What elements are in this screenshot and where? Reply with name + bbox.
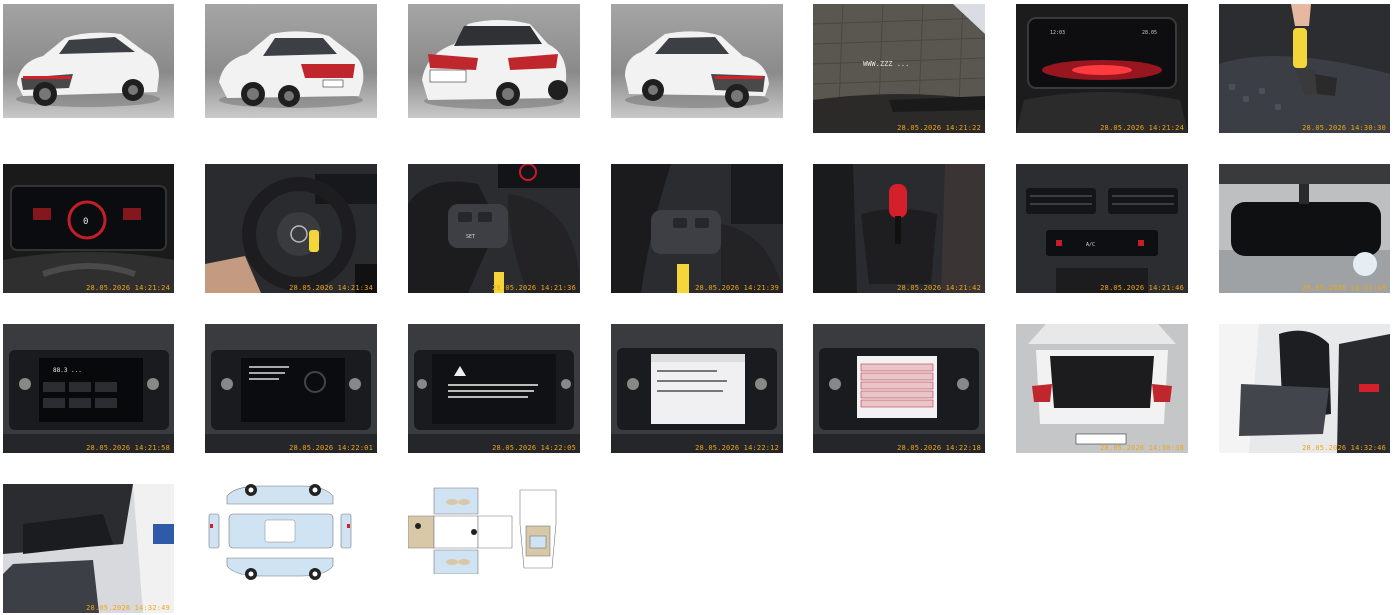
windshield-image: WWW.ZZZ ...: [813, 4, 985, 133]
svg-text:WWW.ZZZ ...: WWW.ZZZ ...: [863, 60, 909, 68]
photo-thumbnail[interactable]: 28.05.2026 14:21:49: [1219, 164, 1390, 293]
cluster-on-image: 0: [3, 164, 174, 293]
photo-timestamp: 28.05.2026 14:21:46: [1100, 284, 1184, 292]
car-key-image: [1219, 4, 1390, 133]
gear-lever-image: [813, 164, 985, 293]
photo-timestamp: 28.05.2026 14:30:30: [1100, 444, 1184, 452]
svg-text:28.05: 28.05: [1142, 30, 1157, 36]
trunk-image: [1016, 324, 1188, 453]
photo-thumbnail[interactable]: 28.05.2026 14:22:12: [611, 324, 783, 453]
rear-mirror-image: [1219, 164, 1390, 293]
photo-timestamp: 28.05.2026 14:21:24: [86, 284, 170, 292]
photo-thumbnail[interactable]: 88.3 ... 28.05.2026 14:21:58: [3, 324, 174, 453]
car-front-right-image: [611, 4, 783, 118]
photo-timestamp: 28.05.2026 14:32:46: [1302, 444, 1386, 452]
infotainment-service-image: [611, 324, 783, 453]
photo-thumbnail[interactable]: 28.05.2026 14:32:46: [1219, 324, 1390, 453]
steering-wheel-image: [205, 164, 377, 293]
photo-timestamp: 28.05.2026 14:21:49: [1302, 284, 1386, 292]
photo-thumbnail[interactable]: 28.05.2026 14:21:39: [611, 164, 783, 293]
photo-timestamp: 28.05.2026 14:21:34: [289, 284, 373, 292]
photo-thumbnail[interactable]: A/C 28.05.2026 14:21:46: [1016, 164, 1188, 293]
photo-timestamp: 28.05.2026 14:21:24: [1100, 124, 1184, 132]
photo-thumbnail[interactable]: 28.05.2026 14:21:34: [205, 164, 377, 293]
climate-panel-image: A/C: [1016, 164, 1188, 293]
svg-text:0: 0: [83, 217, 88, 227]
photo-thumbnail[interactable]: 28.05.2026 14:22:18: [813, 324, 985, 453]
interior-damage-diagram[interactable]: [408, 484, 558, 574]
infotainment-list-image: [813, 324, 985, 453]
car-rear-image: [408, 4, 580, 118]
photo-timestamp: 28.05.2026 14:22:05: [492, 444, 576, 452]
photo-gallery: WWW.ZZZ ... 28.05.2026 14:21:22 12:03 28…: [0, 0, 1399, 615]
photo-thumbnail[interactable]: WWW.ZZZ ... 28.05.2026 14:21:22: [813, 4, 985, 133]
wheel-right-buttons-image: [611, 164, 783, 293]
photo-thumbnail[interactable]: [611, 4, 783, 118]
svg-text:A/C: A/C: [1086, 242, 1095, 248]
photo-thumbnail[interactable]: 28.05.2026 14:32:49: [3, 484, 174, 613]
wheel-buttons-image: SET: [408, 164, 580, 293]
svg-text:SET: SET: [466, 234, 475, 240]
svg-text:88.3 ...: 88.3 ...: [53, 367, 82, 374]
rear-seats-image: [1219, 324, 1390, 453]
photo-timestamp: 28.05.2026 14:22:18: [897, 444, 981, 452]
photo-timestamp: 28.05.2026 14:21:42: [897, 284, 981, 292]
photo-thumbnail[interactable]: 28.05.2026 14:21:42: [813, 164, 985, 293]
photo-timestamp: 28.05.2026 14:30:30: [1302, 124, 1386, 132]
photo-thumbnail[interactable]: 0 28.05.2026 14:21:24: [3, 164, 174, 293]
photo-timestamp: 28.05.2026 14:21:36: [492, 284, 576, 292]
photo-thumbnail[interactable]: [205, 4, 377, 118]
exterior-diagram-image: [205, 484, 355, 584]
exterior-damage-diagram[interactable]: [205, 484, 355, 584]
infotainment-radio-image: 88.3 ...: [3, 324, 174, 453]
photo-thumbnail[interactable]: 28.05.2026 14:22:01: [205, 324, 377, 453]
photo-timestamp: 28.05.2026 14:32:49: [86, 604, 170, 612]
photo-thumbnail[interactable]: SET 28.05.2026 14:21:36: [408, 164, 580, 293]
svg-text:12:03: 12:03: [1050, 30, 1065, 36]
interior-diagram-image: [408, 484, 558, 574]
photo-timestamp: 28.05.2026 14:21:22: [897, 124, 981, 132]
car-rear-left-image: [205, 4, 377, 118]
photo-timestamp: 28.05.2026 14:21:39: [695, 284, 779, 292]
instrument-cluster-image: 12:03 28.05: [1016, 4, 1188, 133]
photo-thumbnail[interactable]: [3, 4, 174, 118]
photo-thumbnail[interactable]: [408, 4, 580, 118]
photo-timestamp: 28.05.2026 14:21:58: [86, 444, 170, 452]
photo-thumbnail[interactable]: 28.05.2026 14:22:05: [408, 324, 580, 453]
photo-timestamp: 28.05.2026 14:22:12: [695, 444, 779, 452]
infotainment-menu-image: [205, 324, 377, 453]
car-front-left-image: [3, 4, 174, 118]
photo-thumbnail[interactable]: 28.05.2026 14:30:30: [1219, 4, 1390, 133]
front-interior-image: [3, 484, 174, 613]
photo-thumbnail[interactable]: 12:03 28.05 28.05.2026 14:21:24: [1016, 4, 1188, 133]
infotainment-warning-image: [408, 324, 580, 453]
photo-thumbnail[interactable]: 28.05.2026 14:30:30: [1016, 324, 1188, 453]
photo-timestamp: 28.05.2026 14:22:01: [289, 444, 373, 452]
